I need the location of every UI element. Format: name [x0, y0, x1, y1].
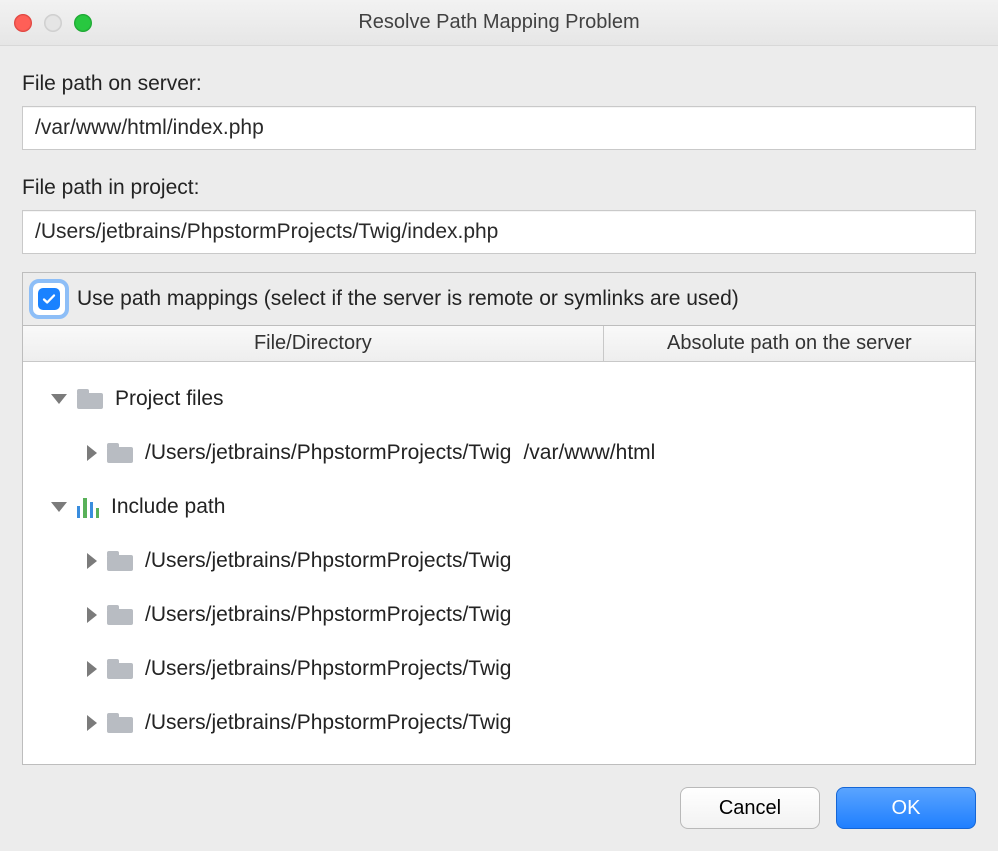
chevron-right-icon[interactable] [87, 661, 97, 677]
chevron-right-icon[interactable] [87, 445, 97, 461]
close-window-icon[interactable] [14, 14, 32, 32]
window-controls [0, 14, 92, 32]
chevron-down-icon[interactable] [51, 394, 67, 404]
ok-button[interactable]: OK [836, 787, 976, 829]
window-title: Resolve Path Mapping Problem [0, 11, 998, 34]
tree-node-path: /Users/jetbrains/PhpstormProjects/Twig [145, 711, 511, 735]
chevron-right-icon[interactable] [87, 553, 97, 569]
folder-icon [77, 389, 103, 409]
path-mappings-panel: Use path mappings (select if the server … [22, 272, 976, 765]
column-absolute-path[interactable]: Absolute path on the server [604, 326, 975, 361]
server-path-input[interactable] [22, 106, 976, 150]
project-path-input[interactable] [22, 210, 976, 254]
mappings-tree: Project files /Users/jetbrains/PhpstormP… [23, 362, 975, 764]
tree-node-label: Include path [111, 495, 225, 519]
tree-node-label: Project files [115, 387, 224, 411]
project-path-label: File path in project: [22, 176, 976, 200]
tree-node-include-item[interactable]: /Users/jetbrains/PhpstormProjects/Twig [23, 588, 975, 642]
check-icon [38, 288, 60, 310]
chevron-down-icon[interactable] [51, 502, 67, 512]
library-icon [77, 496, 99, 518]
tree-node-path: /Users/jetbrains/PhpstormProjects/Twig [145, 657, 511, 681]
tree-node-project-root[interactable]: /Users/jetbrains/PhpstormProjects/Twig /… [23, 426, 975, 480]
cancel-button[interactable]: Cancel [680, 787, 820, 829]
folder-icon [107, 551, 133, 571]
folder-icon [107, 659, 133, 679]
tree-node-include-path[interactable]: Include path [23, 480, 975, 534]
zoom-window-icon[interactable] [74, 14, 92, 32]
tree-node-path: /Users/jetbrains/PhpstormProjects/Twig [145, 603, 511, 627]
folder-icon [107, 713, 133, 733]
tree-node-include-item[interactable]: /Users/jetbrains/PhpstormProjects/Twig [23, 534, 975, 588]
tree-node-include-item[interactable]: /Users/jetbrains/PhpstormProjects/Twig [23, 642, 975, 696]
use-path-mappings-label: Use path mappings (select if the server … [77, 287, 739, 311]
use-path-mappings-checkbox[interactable] [33, 283, 65, 315]
dialog-buttons: Cancel OK [0, 765, 998, 851]
server-path-label: File path on server: [22, 72, 976, 96]
window-titlebar: Resolve Path Mapping Problem [0, 0, 998, 46]
column-file-directory[interactable]: File/Directory [23, 326, 604, 361]
folder-icon [107, 605, 133, 625]
chevron-right-icon[interactable] [87, 607, 97, 623]
mappings-columns-header: File/Directory Absolute path on the serv… [23, 326, 975, 362]
folder-icon [107, 443, 133, 463]
tree-node-include-item[interactable]: /Users/jetbrains/PhpstormProjects/Twig [23, 696, 975, 750]
chevron-right-icon[interactable] [87, 715, 97, 731]
minimize-window-icon [44, 14, 62, 32]
tree-node-path: /Users/jetbrains/PhpstormProjects/Twig [145, 441, 511, 465]
tree-node-path: /Users/jetbrains/PhpstormProjects/Twig [145, 549, 511, 573]
tree-node-server-path: /var/www/html [523, 441, 655, 465]
tree-node-project-files[interactable]: Project files [23, 372, 975, 426]
